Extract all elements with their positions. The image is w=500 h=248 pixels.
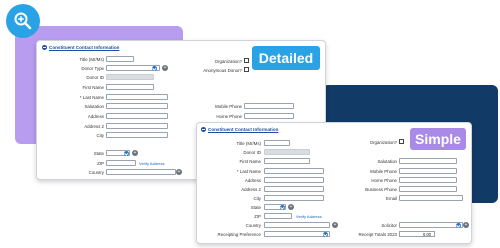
label-city: City bbox=[253, 196, 261, 201]
title-field[interactable] bbox=[264, 140, 290, 146]
collapse-icon[interactable] bbox=[201, 127, 206, 132]
simple-badge: Simple bbox=[410, 128, 466, 150]
label-home-phone: Home Phone bbox=[216, 114, 242, 119]
label-title: Title (Mr/Ms) bbox=[79, 57, 104, 62]
city-field[interactable] bbox=[264, 195, 324, 201]
label-mobile-phone: Mobile Phone bbox=[370, 169, 397, 174]
zip-field[interactable] bbox=[264, 213, 292, 219]
label-country: Country bbox=[245, 223, 261, 228]
label-donor-type: Donor Type bbox=[81, 66, 104, 71]
label-home-phone: Home Phone bbox=[371, 178, 397, 183]
last-name-field[interactable] bbox=[264, 168, 324, 174]
salutation-field[interactable] bbox=[106, 103, 168, 109]
add-state-button[interactable]: + bbox=[288, 204, 294, 210]
organization-checkbox[interactable] bbox=[244, 58, 249, 63]
label-organization: Organization? bbox=[369, 140, 397, 145]
label-title: Title (Mr/Ms) bbox=[236, 141, 261, 146]
add-donor-type-button[interactable]: + bbox=[162, 65, 168, 71]
anonymous-checkbox[interactable] bbox=[244, 67, 249, 72]
first-name-field[interactable] bbox=[264, 158, 310, 164]
country-select[interactable] bbox=[106, 169, 176, 175]
label-anonymous: Anonymous Donor? bbox=[203, 68, 242, 73]
receipting-preference-select[interactable] bbox=[264, 231, 330, 237]
label-address: Address bbox=[87, 114, 104, 119]
zip-field[interactable] bbox=[106, 160, 136, 166]
solicitor-select[interactable] bbox=[399, 222, 463, 228]
chevron-down-icon[interactable] bbox=[456, 222, 461, 228]
add-state-button[interactable]: + bbox=[132, 150, 138, 156]
label-address2: Address 2 bbox=[84, 124, 104, 129]
label-city: City bbox=[96, 133, 104, 138]
address-field[interactable] bbox=[106, 113, 168, 119]
address2-field[interactable] bbox=[106, 123, 168, 129]
add-solicitor-button[interactable]: + bbox=[463, 222, 469, 228]
chevron-down-icon[interactable] bbox=[280, 204, 285, 210]
home-phone-field[interactable] bbox=[399, 177, 457, 183]
city-field[interactable] bbox=[106, 132, 168, 138]
simple-section-header[interactable]: Constituent Contact Information bbox=[201, 127, 278, 132]
title-field[interactable] bbox=[106, 56, 134, 62]
mobile-phone-field[interactable] bbox=[244, 103, 294, 109]
address2-field[interactable] bbox=[264, 186, 324, 192]
add-country-button[interactable]: + bbox=[332, 222, 338, 228]
label-address: Address bbox=[244, 178, 261, 183]
collapse-icon[interactable] bbox=[42, 45, 47, 50]
donor-id-field bbox=[106, 74, 154, 80]
label-business-phone: Business Phone bbox=[365, 187, 397, 192]
label-mobile-phone: Mobile Phone bbox=[215, 104, 242, 109]
salutation-field[interactable] bbox=[399, 158, 457, 164]
detailed-section-title: Constituent Contact Information bbox=[49, 45, 120, 50]
label-donor-id: Donor ID bbox=[243, 150, 261, 155]
verify-address-link[interactable]: Verify Address bbox=[139, 161, 165, 166]
label-first-name: First Name bbox=[239, 159, 261, 164]
label-zip: ZIP bbox=[97, 161, 104, 166]
add-country-button[interactable]: + bbox=[176, 169, 182, 175]
home-phone-field[interactable] bbox=[244, 113, 294, 119]
donor-id-field bbox=[264, 149, 310, 155]
detailed-badge: Detailed bbox=[252, 46, 320, 70]
label-donor-id: Donor ID bbox=[86, 75, 104, 80]
label-first-name: First Name bbox=[82, 85, 104, 90]
address-field[interactable] bbox=[264, 177, 324, 183]
chevron-down-icon[interactable] bbox=[152, 65, 157, 71]
label-zip: ZIP bbox=[254, 214, 261, 219]
email-field[interactable] bbox=[399, 195, 463, 201]
zoom-in-icon[interactable] bbox=[6, 4, 40, 38]
first-name-field[interactable] bbox=[106, 84, 154, 90]
label-solicitor: Solicitor bbox=[381, 223, 397, 228]
label-salutation: Salutation bbox=[377, 159, 397, 164]
simple-section-title: Constituent Contact Information bbox=[208, 127, 279, 132]
label-receipting-preference: Receipting Preference bbox=[217, 232, 261, 237]
chevron-down-icon[interactable] bbox=[323, 231, 328, 237]
chevron-down-icon[interactable] bbox=[124, 150, 129, 156]
receipt-totals-value: 0.00 bbox=[399, 231, 435, 237]
label-organization: Organization? bbox=[214, 59, 242, 64]
organization-checkbox[interactable] bbox=[399, 139, 404, 144]
country-select[interactable] bbox=[264, 222, 330, 228]
label-state: State bbox=[93, 151, 104, 156]
label-salutation: Salutation bbox=[84, 104, 104, 109]
label-receipt-totals: Receipt Totals 2023 bbox=[358, 232, 397, 237]
mobile-phone-field[interactable] bbox=[399, 168, 457, 174]
business-phone-field[interactable] bbox=[399, 186, 457, 192]
label-last-name: * Last Name bbox=[236, 169, 261, 174]
detailed-section-header[interactable]: Constituent Contact Information bbox=[42, 45, 119, 50]
label-country: Country bbox=[88, 170, 104, 175]
label-email: Email bbox=[386, 196, 397, 201]
last-name-field[interactable] bbox=[106, 94, 168, 100]
label-address2: Address 2 bbox=[241, 187, 261, 192]
verify-address-link[interactable]: Verify Address bbox=[296, 214, 322, 219]
label-last-name: * Last Name bbox=[79, 95, 104, 100]
label-state: State bbox=[250, 205, 261, 210]
